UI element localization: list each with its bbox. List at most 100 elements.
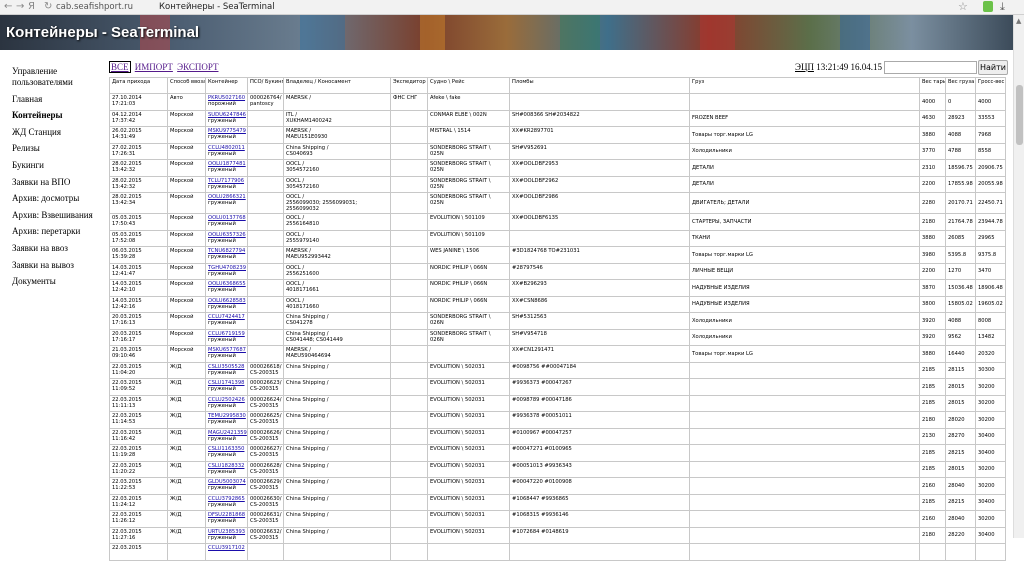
table-cell[interactable]: PKRU5027160 порожний xyxy=(205,93,248,111)
download-icon[interactable]: ⤓ xyxy=(1000,0,1005,14)
table-cell[interactable]: CCLU3917102 xyxy=(205,543,248,561)
sidebar-item[interactable]: Заявки на ввоз xyxy=(12,243,104,254)
table-cell[interactable]: DFSU2281868 груженый xyxy=(205,510,248,528)
column-header[interactable]: Способ ввоза xyxy=(167,77,206,94)
sidebar-item[interactable]: Архив: Взвешивания xyxy=(12,210,104,221)
scrollbar-thumb[interactable] xyxy=(1016,85,1023,145)
sidebar-item[interactable]: Букинги xyxy=(12,160,104,171)
table-row[interactable]: 22.03.2015 11:09:52 Ж/Д CSLU1741398 груженый… xyxy=(109,378,1006,396)
column-header[interactable]: Вес тары xyxy=(919,77,946,94)
table-cell[interactable]: TCLU7177906 груженый xyxy=(205,175,248,193)
table-row[interactable]: 26.02.2015 14:31:49 Морской MSKU9775479 груж… xyxy=(109,126,1006,144)
column-header[interactable]: Владелец / Коносамент xyxy=(283,77,391,94)
table-row[interactable]: 20.03.2015 17:16:13 Морской CCLU7424417 груж… xyxy=(109,312,1006,330)
sidebar-item[interactable]: Документы xyxy=(12,276,104,287)
table-row[interactable]: 28.02.2015 13:42:32 Морской TCLU7177906 груж… xyxy=(109,175,1006,193)
table-cell[interactable]: CSLU1741398 груженый xyxy=(205,378,248,396)
table-row[interactable]: 22.03.2015 11:27:16 Ж/Д URTU2385393 груженый… xyxy=(109,526,1006,544)
table-row[interactable]: 04.12.2014 17:37:42 Морской SUDU6247846 груж… xyxy=(109,109,1006,127)
table-row[interactable]: 22.03.2015 11:20:22 Ж/Д CSLU1828332 груженый… xyxy=(109,460,1006,478)
table-row[interactable]: 05.03.2015 17:50:43 Морской OOLU0137768 груж… xyxy=(109,213,1006,231)
sidebar-item[interactable]: Заявки на вывоз xyxy=(12,260,104,271)
column-header[interactable]: Пломбы xyxy=(509,77,690,94)
filter-export[interactable]: ЭКСПОРТ xyxy=(177,62,218,72)
browser-logo-icon[interactable]: Я xyxy=(28,1,35,13)
table-cell[interactable]: TCNU6827794 груженый xyxy=(205,246,248,264)
table-row[interactable]: 20.03.2015 17:16:17 Морской CCLU6719159 груж… xyxy=(109,328,1006,346)
table-row[interactable]: 22.03.2015 CCLU3917102 xyxy=(109,543,1006,561)
sidebar-item[interactable]: ЖД Станция xyxy=(12,127,104,138)
table-cell[interactable]: CSLU1163350 груженый xyxy=(205,444,248,462)
table-cell[interactable]: GLDU5003074 груженый xyxy=(205,477,248,495)
table-row[interactable]: 22.03.2015 11:24:12 Ж/Д CCLU3792865 груженый… xyxy=(109,493,1006,511)
table-row[interactable]: 22.03.2015 11:26:12 Ж/Д DFSU2281868 груженый… xyxy=(109,510,1006,528)
table-cell[interactable]: MSKU9775479 груженый xyxy=(205,126,248,144)
filter-all[interactable]: ВСЕ xyxy=(109,61,131,73)
table-row[interactable]: 14.03.2015 12:42:10 Морской OOLU6368655 груж… xyxy=(109,279,1006,297)
table-row[interactable]: 05.03.2015 17:52:08 Морской OOLU6357326 груж… xyxy=(109,229,1006,247)
bookmark-star-icon[interactable]: ☆ xyxy=(958,0,968,13)
column-header[interactable]: Дата прихода xyxy=(109,77,168,94)
table-cell[interactable]: SUDU6247846 груженый xyxy=(205,109,248,127)
ecp-link[interactable]: ЭЦП xyxy=(795,62,814,72)
table-cell: China Shipping / xyxy=(283,361,391,379)
column-header[interactable]: Груз xyxy=(689,77,920,94)
container-link[interactable]: CCLU3917102 xyxy=(208,545,245,551)
table-cell[interactable]: OOLU1877481 груженый xyxy=(205,159,248,177)
table-cell[interactable]: CCLU7424417 груженый xyxy=(205,312,248,330)
column-header[interactable]: Вес груза xyxy=(945,77,976,94)
reload-icon[interactable]: ↻ xyxy=(44,1,52,13)
sidebar-item[interactable]: Заявки на ВПО xyxy=(12,177,104,188)
column-header[interactable]: Экспедитор xyxy=(390,77,428,94)
table-row[interactable]: 28.02.2015 13:42:32 Морской OOLU1877481 груж… xyxy=(109,159,1006,177)
sidebar-item[interactable]: Контейнеры xyxy=(12,110,104,121)
sidebar-item[interactable]: Релизы xyxy=(12,143,104,154)
sidebar-item[interactable]: Архив: перетарки xyxy=(12,226,104,237)
table-cell[interactable]: MSKU6577687 груженый xyxy=(205,345,248,363)
forward-icon[interactable]: → xyxy=(16,1,24,13)
table-cell[interactable]: TGHU4708239 груженый xyxy=(205,262,248,280)
table-cell[interactable]: CCLU2502426 груженый xyxy=(205,394,248,412)
sidebar-item[interactable]: Архив: досмотры xyxy=(12,193,104,204)
table-cell[interactable]: MAGU2421359 груженый xyxy=(205,427,248,445)
table-row[interactable]: 22.03.2015 11:19:28 Ж/Д CSLU1163350 груженый… xyxy=(109,444,1006,462)
table-cell[interactable]: OOLU6357326 груженый xyxy=(205,229,248,247)
table-row[interactable]: 22.03.2015 11:11:13 Ж/Д CCLU2502426 груженый… xyxy=(109,394,1006,412)
table-cell[interactable]: OOLU0137768 груженый xyxy=(205,213,248,231)
table-cell[interactable]: CCLU3792865 груженый xyxy=(205,493,248,511)
table-row[interactable]: 27.10.2014 17:21:03 Авто PKRU5027160 порожни… xyxy=(109,93,1006,111)
table-row[interactable]: 14.03.2015 12:42:16 Морской OOLU6628583 груж… xyxy=(109,295,1006,313)
table-cell[interactable]: OOLU6628583 груженый xyxy=(205,295,248,313)
filter-import[interactable]: ИМПОРТ xyxy=(135,62,173,72)
column-header[interactable]: Судно \ Рейс xyxy=(427,77,510,94)
page-scrollbar[interactable]: ▲ xyxy=(1013,15,1024,538)
extension-icon[interactable] xyxy=(983,1,993,12)
table-row[interactable]: 21.03.2015 09:10:46 Морской MSKU6577687 груж… xyxy=(109,345,1006,363)
table-row[interactable]: 22.03.2015 11:04:20 Ж/Д CSLU3505528 груженый… xyxy=(109,361,1006,379)
column-header[interactable]: ПСО/ Букинг xyxy=(247,77,284,94)
table-row[interactable]: 14.03.2015 12:41:47 Морской TGHU4708239 груж… xyxy=(109,262,1006,280)
table-row[interactable]: 27.02.2015 17:26:31 Морской CCLU4802011 груж… xyxy=(109,142,1006,160)
table-cell[interactable]: OOLU2866321 груженый xyxy=(205,192,248,214)
table-cell[interactable]: CSLU1828332 груженый xyxy=(205,460,248,478)
table-cell[interactable]: CCLU4802011 груженый xyxy=(205,142,248,160)
search-input[interactable] xyxy=(884,61,977,74)
table-row[interactable]: 28.02.2015 13:42:34 Морской OOLU2866321 груж… xyxy=(109,192,1006,214)
sidebar-item[interactable]: Управление пользователями xyxy=(12,66,104,88)
table-cell[interactable]: URTU2385393 груженый xyxy=(205,526,248,544)
table-row[interactable]: 22.03.2015 11:16:42 Ж/Д MAGU2421359 груженый… xyxy=(109,427,1006,445)
table-row[interactable]: 06.03.2015 15:39:28 Морской TCNU6827794 груж… xyxy=(109,246,1006,264)
sidebar-item[interactable]: Главная xyxy=(12,94,104,105)
table-cell[interactable]: CSLU3505528 груженый xyxy=(205,361,248,379)
table-cell[interactable]: TEMU2995830 груженый xyxy=(205,411,248,429)
table-row[interactable]: 22.03.2015 11:22:53 Ж/Д GLDU5003074 груженый… xyxy=(109,477,1006,495)
table-cell[interactable]: CCLU6719159 груженый xyxy=(205,328,248,346)
scroll-up-icon[interactable]: ▲ xyxy=(1016,17,1021,25)
column-header[interactable]: Гросс-вес xyxy=(975,77,1006,94)
table-row[interactable]: 22.03.2015 11:14:53 Ж/Д TEMU2995830 груженый… xyxy=(109,411,1006,429)
back-icon[interactable]: ← xyxy=(4,1,12,13)
search-button[interactable]: Найти xyxy=(978,60,1008,75)
table-cell[interactable]: OOLU6368655 груженый xyxy=(205,279,248,297)
column-header[interactable]: Контейнер xyxy=(205,77,248,94)
address-bar[interactable]: cab.seafishport.ru xyxy=(56,1,133,13)
